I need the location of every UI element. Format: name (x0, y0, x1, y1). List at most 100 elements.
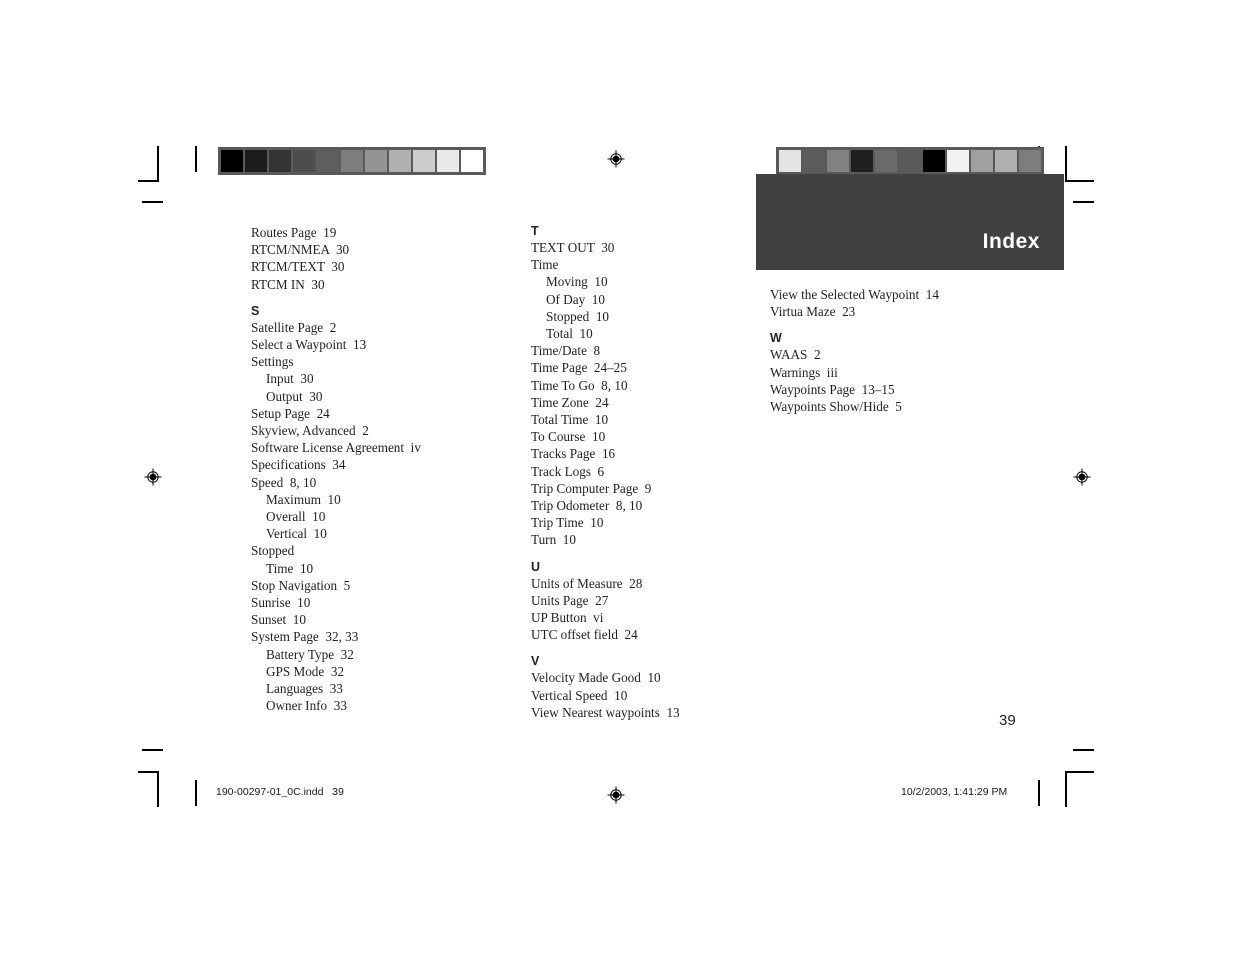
index-entry: Turn 10 (531, 532, 576, 548)
crop-mark-bottom-left-horizontal (138, 771, 159, 773)
index-entry: Total Time 10 (531, 412, 609, 428)
color-swatch (341, 150, 363, 172)
color-swatch (365, 150, 387, 172)
index-entry: RTCM IN 30 (251, 276, 325, 292)
index-subentry: Total 10 (546, 326, 593, 342)
index-entry: Trip Odometer 8, 10 (531, 498, 643, 514)
crop-mark-bottom-left-bleed (142, 749, 163, 751)
index-subentry: Overall 10 (266, 509, 326, 525)
index-entry: RTCM/TEXT 30 (251, 259, 345, 275)
index-subentry: Owner Info 33 (266, 698, 347, 714)
index-entry: Setup Page 24 (251, 405, 330, 421)
index-subentry: Moving 10 (546, 274, 608, 290)
index-entry: UTC offset field 24 (531, 627, 638, 643)
crop-mark-left-bleed (142, 201, 163, 203)
registration-target-left-middle (144, 468, 162, 486)
color-swatch (389, 150, 411, 172)
index-entry: System Page 32, 33 (251, 629, 359, 645)
index-entry: Vertical Speed 10 (531, 687, 628, 703)
color-swatch (293, 150, 315, 172)
index-subentry: GPS Mode 32 (266, 663, 345, 679)
color-swatch (317, 150, 339, 172)
index-column-1: Routes Page 19 RTCM/NMEA 30 RTCM/TEXT 30 RT… (251, 224, 481, 714)
crop-mark-bottom-right-horizontal (1065, 771, 1094, 773)
index-banner: Index (756, 174, 1064, 270)
index-entry: Specifications 34 (251, 457, 346, 473)
registration-target-right-middle (1073, 468, 1091, 486)
index-entry: View Nearest waypoints 13 (531, 704, 680, 720)
footer-timestamp: 10/2/2003, 1:41:29 PM (901, 786, 1008, 798)
index-subentry: Languages 33 (266, 681, 343, 697)
index-letter-heading: U (531, 559, 541, 574)
index-entry: TEXT OUT 30 (531, 240, 615, 255)
index-subentry: Battery Type 32 (266, 646, 354, 662)
color-swatch (1019, 150, 1041, 172)
index-subentry: Time 10 (266, 560, 314, 576)
index-subentry: Stopped 10 (546, 308, 610, 324)
index-letter-heading: T (531, 224, 539, 238)
color-swatch (779, 150, 801, 172)
index-entry: Waypoints Show/Hide 5 (770, 399, 902, 415)
index-entry: View the Selected Waypoint 14 (770, 287, 939, 302)
index-column-2: T TEXT OUT 30 Time Moving 10 Of Day 10 Stoppe… (531, 224, 761, 721)
index-entry: Tracks Page 16 (531, 446, 616, 462)
index-entry: Time (531, 257, 559, 273)
index-entry: Sunrise 10 (251, 595, 311, 611)
color-swatch (269, 150, 291, 172)
footer-filename: 190-00297-01_0C.indd 39 (216, 786, 344, 798)
crop-mark-top-right-vertical (1065, 146, 1067, 182)
index-entry: Settings (251, 354, 294, 370)
index-subentry: Output 30 (266, 388, 323, 404)
page-number: 39 (999, 712, 1016, 729)
index-entry: Virtua Maze 23 (770, 304, 856, 320)
index-entry: Time Page 24–25 (531, 360, 627, 376)
index-entry: Stop Navigation 5 (251, 577, 351, 593)
footer-divider-left (195, 780, 197, 806)
index-entry: Select a Waypoint 13 (251, 337, 367, 353)
index-entry: Sunset 10 (251, 612, 306, 628)
index-subentry: Maximum 10 (266, 491, 341, 507)
index-entry: UP Button vi (531, 610, 604, 626)
index-entry: To Course 10 (531, 429, 606, 445)
page-title: Index (982, 230, 1040, 253)
index-entry: Time/Date 8 (531, 343, 601, 359)
index-entry: Units Page 27 (531, 592, 609, 608)
index-entry: Speed 8, 10 (251, 474, 317, 490)
index-entry: Time Zone 24 (531, 394, 609, 410)
crop-mark-top-left-vertical (157, 146, 159, 182)
crop-mark-bottom-right-vertical (1065, 771, 1067, 807)
index-entry: Warnings iii (770, 364, 838, 380)
color-calibration-bar-right (776, 147, 1044, 175)
index-entry: Waypoints Page 13–15 (770, 381, 895, 397)
color-swatch (851, 150, 873, 172)
index-column-3: View the Selected Waypoint 14 Virtua Maze… (770, 286, 1040, 415)
crop-mark-right-bleed (1073, 201, 1094, 203)
color-swatch (221, 150, 243, 172)
registration-target-bottom-center (607, 786, 625, 804)
index-subentry: Vertical 10 (266, 526, 327, 542)
index-entry: Skyview, Advanced 2 (251, 423, 369, 439)
index-entry: Routes Page 19 (251, 225, 337, 240)
crop-mark-top-inner-vertical (195, 146, 197, 172)
crop-mark-bottom-left-vertical (157, 771, 159, 807)
index-letter-heading: S (251, 303, 260, 318)
index-entry: WAAS 2 (770, 347, 821, 363)
color-swatch (899, 150, 921, 172)
index-letter-heading: W (770, 331, 782, 346)
color-swatch (947, 150, 969, 172)
crop-mark-bottom-right-bleed (1073, 749, 1094, 751)
index-letter-heading: V (531, 654, 540, 669)
index-entry: Track Logs 6 (531, 463, 605, 479)
index-subentry: Input 30 (266, 371, 314, 387)
index-entry: Time To Go 8, 10 (531, 377, 628, 393)
color-calibration-bar-left (218, 147, 486, 175)
color-swatch (827, 150, 849, 172)
color-swatch (803, 150, 825, 172)
color-swatch (461, 150, 483, 172)
registration-target-top-center (607, 150, 625, 168)
color-swatch (245, 150, 267, 172)
index-entry: Trip Time 10 (531, 515, 604, 531)
index-entry: Stopped (251, 543, 295, 559)
color-swatch (971, 150, 993, 172)
crop-mark-top-left-horizontal (138, 180, 159, 182)
